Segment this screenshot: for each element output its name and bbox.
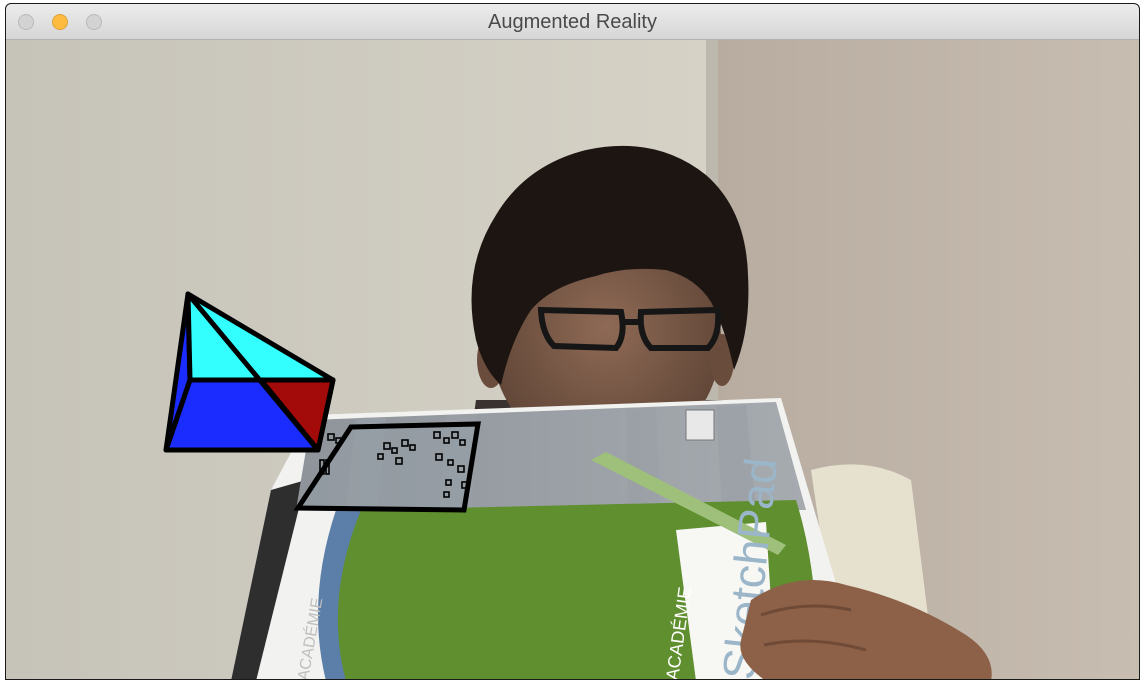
- camera-feed: SketchPad ACADÉMIE ACADÉMIE: [6, 40, 1139, 679]
- sketchpad-logo: [685, 409, 715, 441]
- title-bar[interactable]: Augmented Reality: [6, 4, 1139, 40]
- window-title: Augmented Reality: [488, 11, 657, 33]
- app-window: Augmented Reality SketchPad ACADÉMIE ACA…: [5, 3, 1140, 680]
